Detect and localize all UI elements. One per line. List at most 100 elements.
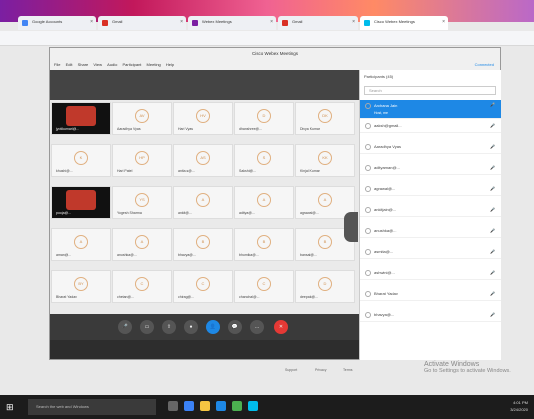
participant-name: ankitjain@...: [374, 207, 397, 212]
mic-muted-icon[interactable]: 🎤: [490, 309, 495, 321]
close-icon[interactable]: ×: [90, 19, 93, 25]
participant-tile[interactable]: Bbhavya@...: [173, 228, 233, 261]
participants-icon[interactable]: 👤: [206, 320, 220, 334]
edge-icon[interactable]: [184, 401, 194, 411]
menu-edit[interactable]: Edit: [66, 62, 73, 67]
video-icon[interactable]: ▭: [140, 320, 154, 334]
participant-tile[interactable]: KK Kinjal Kumar: [295, 144, 355, 177]
task-view-icon[interactable]: [168, 401, 178, 411]
webex-taskbar-icon[interactable]: [248, 401, 258, 411]
close-icon[interactable]: ×: [442, 19, 445, 25]
mic-muted-icon[interactable]: 🎤: [490, 162, 495, 174]
tile-name: chirag@...: [178, 295, 195, 299]
participant-tile[interactable]: Kkhushi@...: [51, 144, 111, 177]
share-icon[interactable]: ⇧: [162, 320, 176, 334]
participant-row[interactable]: agrawal@... 🎤: [360, 183, 501, 196]
menu-share[interactable]: Share: [78, 62, 89, 67]
close-icon[interactable]: ×: [180, 19, 183, 25]
participant-row[interactable]: adityaman@... 🎤: [360, 162, 501, 175]
tile-name: Sakshi@...: [239, 169, 256, 173]
mic-muted-icon[interactable]: 🎤: [490, 246, 495, 258]
menu-file[interactable]: File: [54, 62, 60, 67]
mic-muted-icon[interactable]: 🎤: [490, 120, 495, 132]
participant-tile[interactable]: Aankit@...: [173, 186, 233, 219]
close-icon[interactable]: ×: [352, 19, 355, 25]
record-icon[interactable]: ●: [184, 320, 198, 334]
footer-support[interactable]: Support: [285, 368, 297, 372]
address-bar[interactable]: [0, 31, 534, 46]
tile-name: anita.s@...: [178, 169, 195, 173]
mute-icon[interactable]: 🎤: [118, 320, 132, 334]
participant-tile[interactable]: BY Bharat Yadav: [51, 270, 111, 303]
browser-tab-4[interactable]: Gmail ×: [278, 16, 358, 30]
mic-muted-icon[interactable]: 🎤: [490, 204, 495, 216]
participant-tile[interactable]: Bbhumika@...: [234, 228, 294, 261]
close-icon[interactable]: ×: [270, 19, 273, 25]
mic-muted-icon[interactable]: 🎤: [490, 288, 495, 300]
participant-row[interactable]: anushka@... 🎤: [360, 225, 501, 238]
participant-row[interactable]: Bharat Yadav 🎤: [360, 288, 501, 301]
menu-audio[interactable]: Audio: [107, 62, 117, 67]
participant-tile[interactable]: Cchirag@...: [173, 270, 233, 303]
footer-terms[interactable]: Terms: [343, 368, 353, 372]
more-icon[interactable]: …: [250, 320, 264, 334]
participant-tile[interactable]: Ddeepak@...: [295, 270, 355, 303]
participant-tile[interactable]: AV Aaradhya Vyas: [112, 102, 172, 135]
taskbar-search-input[interactable]: Search the web and Windows: [28, 399, 156, 415]
tile-name: bhavya@...: [178, 253, 196, 257]
leave-meeting-icon[interactable]: ✕: [274, 320, 288, 334]
participant-tile[interactable]: HP Hari Patel: [112, 144, 172, 177]
browser-tab-1[interactable]: Google Accounts ×: [18, 16, 96, 30]
participant-tile[interactable]: HV Hari Vyas: [173, 102, 233, 135]
taskbar-clock[interactable]: 4:01 PM 3/24/2020: [510, 399, 528, 413]
menu-view[interactable]: View: [93, 62, 102, 67]
avatar: HV: [196, 109, 210, 123]
participant-row[interactable]: asmita@... 🎤: [360, 246, 501, 259]
participant-tile[interactable]: YS Yogesh Sharma: [112, 186, 172, 219]
participant-tile[interactable]: AS anita.s@...: [173, 144, 233, 177]
participant-avatar-icon: [365, 228, 371, 234]
participant-tile[interactable]: S Sakshi@...: [234, 144, 294, 177]
mic-muted-icon[interactable]: 🎤: [490, 225, 495, 237]
mic-muted-icon[interactable]: 🎤: [490, 183, 495, 195]
participant-row[interactable]: ankitjain@... 🎤: [360, 204, 501, 217]
footer-privacy[interactable]: Privacy: [315, 368, 326, 372]
avatar: C: [257, 277, 271, 291]
menu-meeting[interactable]: Meeting: [147, 62, 161, 67]
participant-tile[interactable]: Cchetan@...: [112, 270, 172, 303]
participant-row[interactable]: Aaradhya Vyas 🎤: [360, 141, 501, 154]
mic-muted-icon[interactable]: 🎤: [490, 100, 495, 109]
participant-tile[interactable]: Aanushka@...: [112, 228, 172, 261]
tab-label: Cisco Webex Meetings: [374, 19, 415, 24]
windows-start-icon[interactable]: ⊞: [6, 400, 20, 414]
browser-tab-2[interactable]: Gmail ×: [98, 16, 186, 30]
avatar: A: [257, 193, 271, 207]
participant-row[interactable]: aaksh@gmail... 🎤: [360, 120, 501, 133]
file-explorer-icon[interactable]: [200, 401, 210, 411]
participant-tile[interactable]: Cchanchal@...: [234, 270, 294, 303]
participant-row[interactable]: ashwini@... 🎤: [360, 267, 501, 280]
participant-tile[interactable]: DK Divya Kumar: [295, 102, 355, 135]
browser-tab-5[interactable]: Cisco Webex Meetings ×: [360, 16, 448, 30]
tile-name: jyotikumari@...: [56, 127, 80, 131]
chat-icon[interactable]: 💬: [228, 320, 242, 334]
avatar: C: [135, 277, 149, 291]
participant-tile[interactable]: jyotikumari@...: [51, 102, 111, 135]
participant-row[interactable]: bhavya@... 🎤: [360, 309, 501, 322]
menu-help[interactable]: Help: [166, 62, 174, 67]
store-icon[interactable]: [216, 401, 226, 411]
participant-tile[interactable]: Aaman@...: [51, 228, 111, 261]
participant-tile[interactable]: Ddhanshree@...: [234, 102, 294, 135]
chrome-icon[interactable]: [232, 401, 242, 411]
tile-name: aditya@...: [239, 211, 255, 215]
mic-muted-icon[interactable]: 🎤: [490, 267, 495, 279]
participant-search-input[interactable]: Search: [364, 86, 496, 95]
mic-muted-icon[interactable]: 🎤: [490, 141, 495, 153]
avatar: HP: [135, 151, 149, 165]
participant-tile[interactable]: Aaditya@...: [234, 186, 294, 219]
browser-tab-3[interactable]: Webex Meetings ×: [188, 16, 276, 30]
expand-panel-handle[interactable]: [344, 212, 358, 242]
menu-participant[interactable]: Participant: [123, 62, 142, 67]
participant-row[interactable]: Archana Jain Host, me 🎤: [360, 100, 501, 119]
participant-tile[interactable]: pooja@...: [51, 186, 111, 219]
